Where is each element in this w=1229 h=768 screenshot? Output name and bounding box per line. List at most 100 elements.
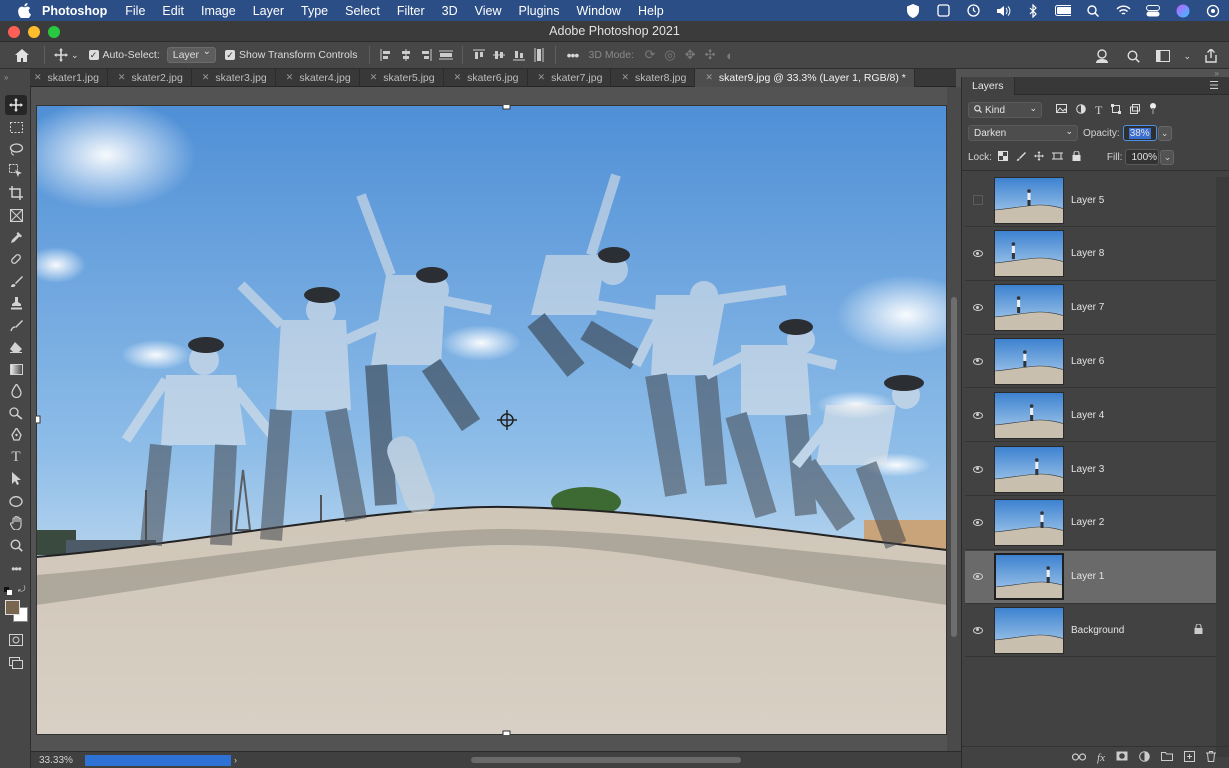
minimize-window-button[interactable] xyxy=(28,26,40,38)
eye-icon[interactable] xyxy=(965,389,991,442)
layer-thumbnail[interactable] xyxy=(994,284,1064,332)
opacity-input[interactable]: 38% xyxy=(1122,125,1157,141)
notification-icon[interactable] xyxy=(1205,3,1221,19)
tab-skater2[interactable]: ✕ skater2.jpg xyxy=(108,68,192,87)
menu-filter[interactable]: Filter xyxy=(397,4,425,18)
ellipse-tool-icon[interactable] xyxy=(5,491,27,511)
default-colors-icon[interactable] xyxy=(4,586,12,595)
lasso-tool-icon[interactable] xyxy=(5,139,27,159)
close-tab-icon[interactable]: ✕ xyxy=(34,72,42,83)
menu-window[interactable]: Window xyxy=(577,4,621,18)
marquee-tool-icon[interactable] xyxy=(5,117,27,137)
menu-view[interactable]: View xyxy=(475,4,502,18)
menu-3d[interactable]: 3D xyxy=(442,4,458,18)
history-brush-tool-icon[interactable] xyxy=(5,315,27,335)
layer-row[interactable]: Layer 7 xyxy=(965,282,1217,335)
tab-skater1[interactable]: ✕ skater1.jpg xyxy=(30,68,108,87)
layer-thumbnail[interactable] xyxy=(994,391,1064,439)
tab-skater7[interactable]: ✕ skater7.jpg xyxy=(528,68,612,87)
more-options-icon[interactable]: ••• xyxy=(562,45,582,65)
layer-thumbnail[interactable] xyxy=(994,553,1064,601)
shape-filter-icon[interactable] xyxy=(1111,103,1122,117)
zoom-level[interactable]: 33.33% xyxy=(31,755,81,766)
wifi-icon[interactable] xyxy=(1115,3,1131,19)
layers-scrollbar[interactable] xyxy=(1216,177,1229,757)
3d-orbit-icon[interactable]: ⟳ xyxy=(640,45,660,65)
scrollbar-thumb[interactable] xyxy=(951,297,957,637)
eye-icon[interactable] xyxy=(965,443,991,496)
layer-row[interactable]: Layer 2 xyxy=(965,497,1217,550)
move-tool-preset-icon[interactable] xyxy=(51,45,71,65)
menu-app-name[interactable]: Photoshop xyxy=(42,4,107,18)
foreground-color-swatch[interactable] xyxy=(5,600,20,615)
adjustment-filter-icon[interactable] xyxy=(1076,103,1086,117)
layer-thumbnail[interactable] xyxy=(994,230,1064,278)
smart-object-filter-icon[interactable] xyxy=(1130,103,1141,117)
frame-tool-icon[interactable] xyxy=(5,205,27,225)
home-icon[interactable] xyxy=(12,45,32,65)
path-selection-tool-icon[interactable] xyxy=(5,469,27,489)
eye-icon[interactable] xyxy=(965,335,991,388)
close-tab-icon[interactable]: ✕ xyxy=(538,72,546,83)
menu-file[interactable]: File xyxy=(125,4,145,18)
blur-tool-icon[interactable] xyxy=(5,381,27,401)
clock-icon[interactable] xyxy=(965,3,981,19)
collapse-panel-icon[interactable]: » xyxy=(1215,69,1219,78)
layer-style-icon[interactable]: fx xyxy=(1097,752,1105,764)
chevron-down-icon[interactable]: ⌄ xyxy=(71,50,79,61)
siri-icon[interactable] xyxy=(1175,3,1191,19)
eye-icon[interactable] xyxy=(965,604,991,657)
tab-skater3[interactable]: ✕ skater3.jpg xyxy=(192,68,276,87)
new-layer-icon[interactable] xyxy=(1184,750,1195,765)
search-icon[interactable] xyxy=(1123,46,1143,66)
auto-select-target-dropdown[interactable]: Layer xyxy=(166,46,217,63)
close-tab-icon[interactable]: ✕ xyxy=(370,72,378,83)
lock-position-icon[interactable] xyxy=(1033,150,1044,164)
tab-skater9[interactable]: ✕ skater9.jpg @ 33.3% (Layer 1, RGB/8) * xyxy=(695,68,915,87)
close-tab-icon[interactable]: ✕ xyxy=(621,72,629,83)
screen-mode-icon[interactable] xyxy=(5,653,27,673)
layer-thumbnail[interactable] xyxy=(994,606,1064,654)
show-transform-checkbox[interactable]: ✓ xyxy=(225,50,236,60)
menu-image[interactable]: Image xyxy=(201,4,236,18)
lock-transparent-icon[interactable] xyxy=(997,150,1008,164)
link-layers-icon[interactable] xyxy=(1071,752,1087,764)
dodge-tool-icon[interactable] xyxy=(5,403,27,423)
tab-skater5[interactable]: ✕ skater5.jpg xyxy=(360,68,444,87)
horizontal-scrollbar-thumb[interactable] xyxy=(471,757,741,763)
eraser-tool-icon[interactable] xyxy=(5,337,27,357)
eye-icon[interactable] xyxy=(965,227,991,280)
zoom-tool-icon[interactable] xyxy=(5,535,27,555)
align-center-h-icon[interactable] xyxy=(396,45,416,65)
eyedropper-tool-icon[interactable] xyxy=(5,227,27,247)
apple-icon[interactable] xyxy=(16,3,32,19)
control-center-icon[interactable] xyxy=(1145,3,1161,19)
canvas-area[interactable] xyxy=(31,87,947,751)
swap-colors-icon[interactable]: ⤾ xyxy=(18,584,26,595)
pixel-filter-icon[interactable] xyxy=(1056,104,1068,116)
workspace-icon[interactable] xyxy=(1153,46,1173,66)
shield-icon[interactable] xyxy=(905,3,921,19)
close-tab-icon[interactable]: ✕ xyxy=(202,72,210,83)
edit-toolbar-icon[interactable]: ••• xyxy=(5,559,27,579)
3d-pan-icon[interactable]: ✥ xyxy=(680,45,700,65)
layer-thumbnail[interactable] xyxy=(994,337,1064,385)
tab-skater4[interactable]: ✕ skater4.jpg xyxy=(276,68,360,87)
eye-icon[interactable] xyxy=(965,496,991,549)
layer-row[interactable]: Layer 8 xyxy=(965,228,1217,281)
eye-icon[interactable] xyxy=(965,550,991,603)
layer-thumbnail[interactable] xyxy=(994,176,1064,224)
layer-row[interactable]: Layer 1 xyxy=(965,550,1217,604)
fill-slider-toggle[interactable]: ⌄ xyxy=(1160,149,1175,165)
battery-icon[interactable] xyxy=(1055,3,1071,19)
chevron-right-icon[interactable]: › xyxy=(234,755,237,765)
quick-mask-icon[interactable] xyxy=(5,630,27,650)
align-right-icon[interactable] xyxy=(416,45,436,65)
menu-edit[interactable]: Edit xyxy=(162,4,184,18)
close-tab-icon[interactable]: ✕ xyxy=(286,72,294,83)
type-tool-icon[interactable]: T xyxy=(5,447,27,467)
filter-toggle-icon[interactable] xyxy=(1149,102,1157,118)
distribute-icon[interactable] xyxy=(436,45,456,65)
opacity-slider-toggle[interactable]: ⌄ xyxy=(1157,125,1172,141)
photoshop-status-icon[interactable] xyxy=(935,3,951,19)
